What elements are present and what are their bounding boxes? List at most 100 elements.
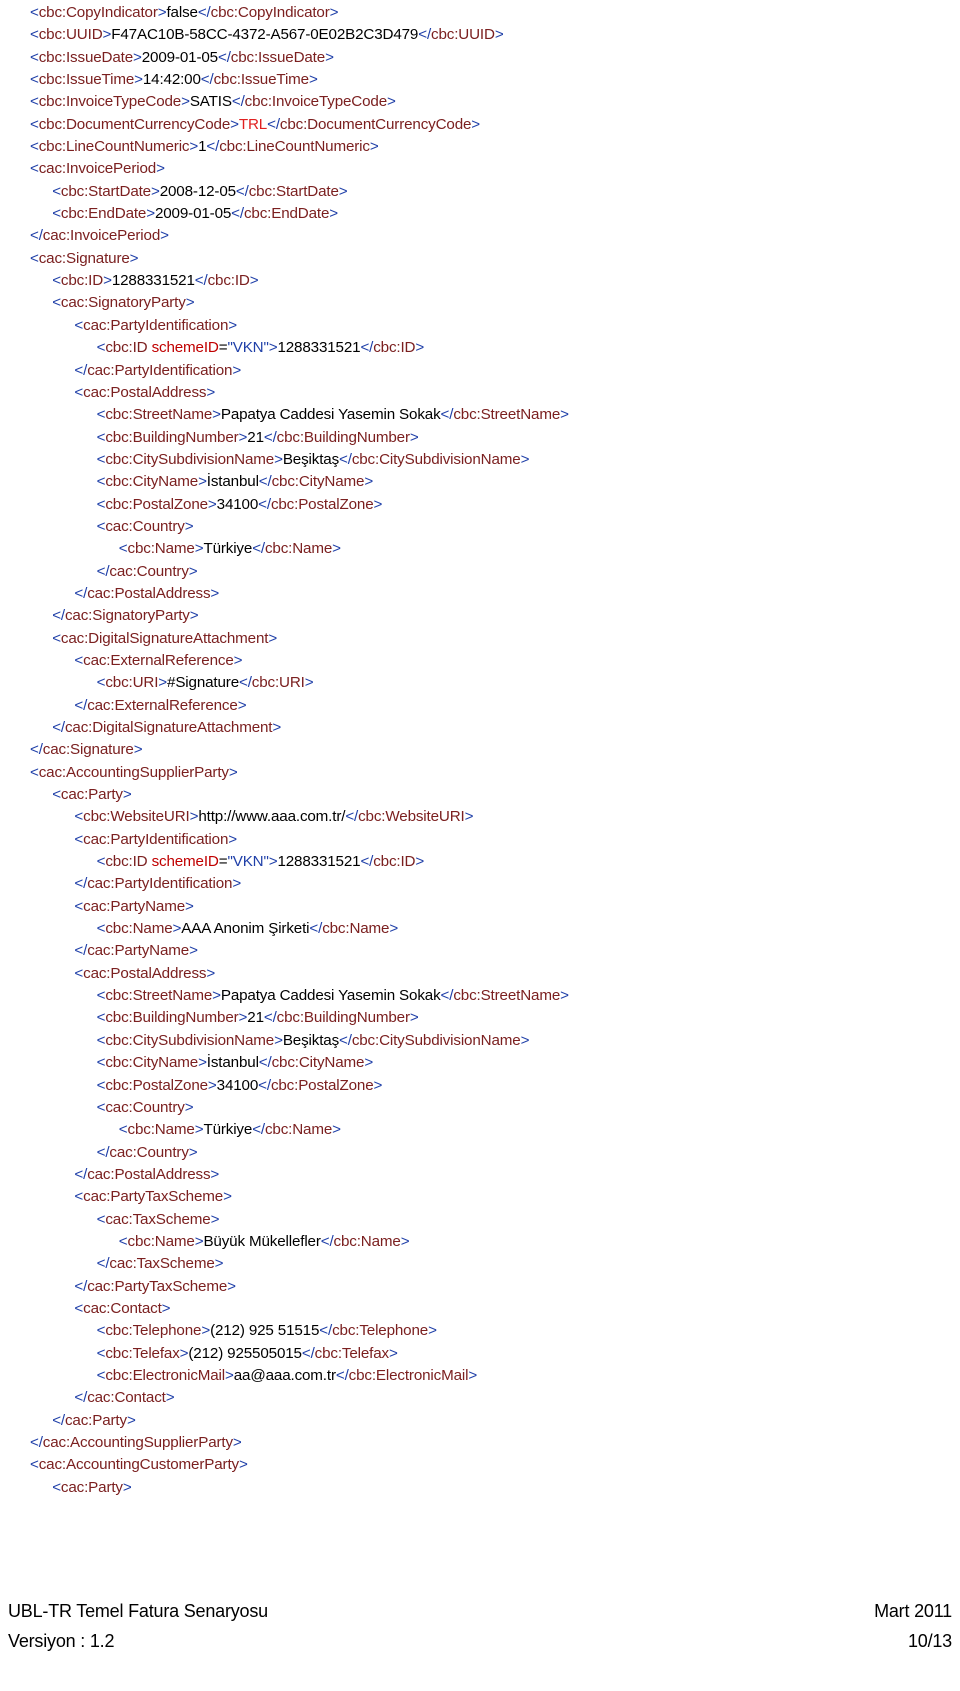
code-line: <cbc:Name>Türkiye</cbc:Name> <box>0 1119 960 1141</box>
code-token-tag: cac:Signature <box>38 249 130 267</box>
code-token-pct: > <box>185 294 195 312</box>
code-token-pct: </ <box>335 1366 349 1384</box>
code-line: <cac:Country> <box>0 1097 960 1119</box>
code-token-tag: cac:TaxScheme <box>109 1255 215 1273</box>
code-token-pct: </ <box>360 853 374 871</box>
code-token-tag: cbc:BuildingNumber <box>276 428 410 446</box>
code-token-pct: > <box>158 674 168 692</box>
code-token-txt: 2008-12-05 <box>159 182 236 200</box>
code-token-pct: > <box>212 987 221 1005</box>
code-token-pct: </ <box>52 607 65 625</box>
code-token-pct: </ <box>252 1121 265 1139</box>
code-token-tag: cbc:WebsiteURI <box>358 808 465 826</box>
code-token-pct: < <box>74 1299 84 1317</box>
code-line: <cac:PostalAddress> <box>0 382 960 404</box>
code-token-pct: < <box>30 115 39 133</box>
code-token-pct: </ <box>235 182 249 200</box>
code-token-pct: </ <box>263 1009 277 1027</box>
code-line: </cac:SignatoryParty> <box>0 605 960 627</box>
code-token-pct: </ <box>301 1344 315 1362</box>
code-line: <cac:PartyName> <box>0 896 960 918</box>
code-token-hl: TRL <box>238 115 268 133</box>
code-line: </cac:PostalAddress> <box>0 1164 960 1186</box>
code-token-pct: </ <box>200 71 214 89</box>
footer-row-1: UBL-TR Temel Fatura Senaryosu Mart 2011 <box>0 1596 960 1626</box>
code-token-tag: cbc:CityName <box>271 473 365 491</box>
code-line: </cac:PartyIdentification> <box>0 873 960 895</box>
code-line: <cbc:IssueTime>14:42:00</cbc:IssueTime> <box>0 69 960 91</box>
code-token-pct: > <box>249 272 259 290</box>
code-token-pct: < <box>74 964 84 982</box>
code-token-tag: cac:PartyTaxScheme <box>87 1277 228 1295</box>
code-token-pct: > <box>560 987 569 1005</box>
code-token-pct: </ <box>319 1322 333 1340</box>
code-token-txt: İstanbul <box>206 473 259 491</box>
code-token-tag: cac:InvoicePeriod <box>38 160 157 178</box>
xml-code-listing: <cbc:CopyIndicator>false</cbc:CopyIndica… <box>0 0 960 1499</box>
code-line: <cbc:Name>Büyük Mükellefler</cbc:Name> <box>0 1231 960 1253</box>
code-token-pct: > <box>232 1434 242 1451</box>
code-token-txt: false <box>166 4 198 21</box>
code-token-pct: </ <box>74 1277 88 1295</box>
code-token-tag: cbc:WebsiteURI <box>83 808 190 826</box>
code-token-pct: > <box>230 115 239 133</box>
code-line: <cac:InvoicePeriod> <box>0 158 960 180</box>
code-token-txt: 1288331521 <box>111 272 195 290</box>
code-token-tag: cac:Contact <box>83 1299 162 1317</box>
code-token-pct: </ <box>418 26 432 44</box>
code-line: <cbc:PostalZone>34100</cbc:PostalZone> <box>0 1075 960 1097</box>
code-token-tag: cbc:StreetName <box>105 987 213 1005</box>
code-token-txt: http://www.aaa.com.tr/ <box>198 808 346 826</box>
code-token-pct: > <box>184 1098 194 1116</box>
code-token-tag: cac:PostalAddress <box>87 584 211 602</box>
code-line: <cbc:EndDate>2009-01-05</cbc:EndDate> <box>0 203 960 225</box>
code-token-pct: > <box>389 920 399 938</box>
code-line: </cac:Contact> <box>0 1387 960 1409</box>
code-token-pct: > <box>560 406 569 424</box>
code-token-tag: cbc:URI <box>251 674 305 692</box>
code-line: </cac:DigitalSignatureAttachment> <box>0 717 960 739</box>
code-token-tag: cbc:BuildingNumber <box>105 428 239 446</box>
code-token-tag: cbc:CityName <box>271 1054 365 1072</box>
code-token-tag: cbc:InvoiceTypeCode <box>244 93 388 111</box>
code-token-pct: > <box>409 428 419 446</box>
code-token-pct: > <box>471 115 481 133</box>
code-token-pct: </ <box>30 227 43 245</box>
code-token-pct: </ <box>74 875 88 893</box>
code-token-pct: > <box>210 1210 220 1228</box>
code-token-pct: < <box>52 272 61 290</box>
code-token-pct: > <box>228 763 238 781</box>
code-token-pct: </ <box>267 115 280 133</box>
code-token-pct: < <box>118 1121 128 1139</box>
code-token-txt: 1288331521 <box>277 853 361 871</box>
code-token-pct: </ <box>231 205 244 223</box>
code-line: <cbc:CityName>İstanbul</cbc:CityName> <box>0 1052 960 1074</box>
code-token-tag: cbc:URI <box>105 674 159 692</box>
code-token-txt: 34100 <box>216 495 259 513</box>
code-line: </cac:Signature> <box>0 739 960 761</box>
code-line: <cbc:BuildingNumber>21</cbc:BuildingNumb… <box>0 427 960 449</box>
code-token-pct: > <box>409 1009 419 1027</box>
code-token-pct: </ <box>258 1054 272 1072</box>
code-token-tag: cbc:ID <box>373 339 416 357</box>
code-token-txt: Büyük Mükellefler <box>203 1232 321 1250</box>
code-token-pct: </ <box>74 584 88 602</box>
code-token-pct: < <box>74 1188 84 1206</box>
code-token-pct: > <box>232 361 242 379</box>
code-token-pct: > <box>184 517 194 535</box>
code-token-pct: < <box>52 1478 61 1496</box>
code-token-tag: cbc:CopyIndicator <box>38 4 158 21</box>
code-token-pct: < <box>118 540 128 558</box>
code-token-pct: > <box>520 1031 530 1049</box>
code-line: </cac:PartyName> <box>0 940 960 962</box>
code-token-tag: cbc:InvoiceTypeCode <box>38 93 182 111</box>
code-token-tag: cbc:EndDate <box>243 205 330 223</box>
code-token-txt: Türkiye <box>203 540 253 558</box>
code-token-tag: cbc:LineCountNumeric <box>38 138 190 156</box>
code-token-pct: </ <box>197 4 211 21</box>
code-token-txt: (212) 925 51515 <box>210 1322 320 1340</box>
code-token-pct: </ <box>263 428 277 446</box>
footer-date: Mart 2011 <box>874 1601 952 1621</box>
code-token-txt: Beşiktaş <box>282 1031 340 1049</box>
code-token-tag: cbc:Name <box>322 920 390 938</box>
